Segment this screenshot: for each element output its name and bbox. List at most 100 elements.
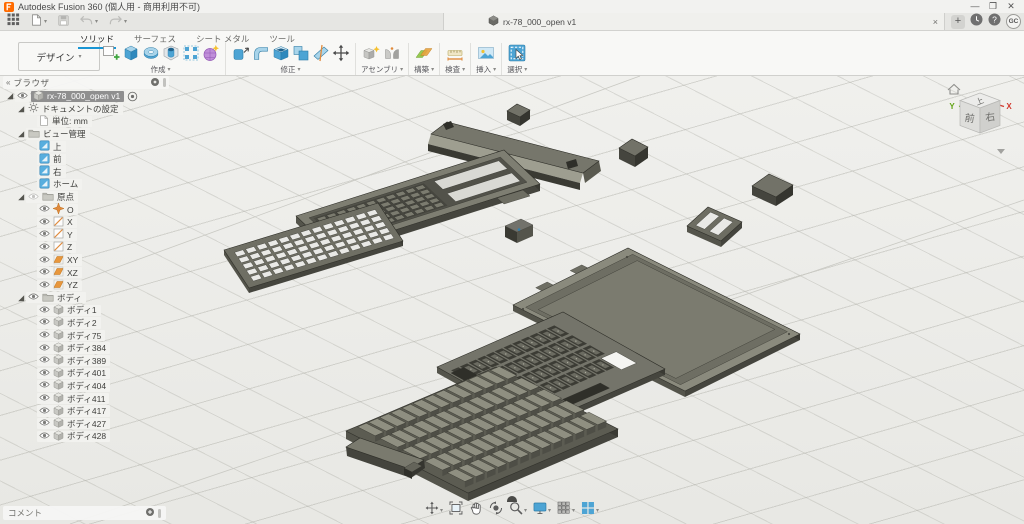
tree-row[interactable]: ボディ427	[3, 417, 169, 430]
visibility-eye-icon[interactable]	[39, 242, 50, 253]
help-icon[interactable]: ?	[988, 13, 1001, 31]
tree-row[interactable]: X	[3, 216, 169, 229]
view-cube[interactable]: Y X 上 前 右	[942, 79, 1018, 165]
tree-item[interactable]: ボディ428	[37, 431, 110, 442]
tree-item[interactable]: ボディ75	[37, 330, 105, 341]
visibility-eye-icon[interactable]	[39, 330, 50, 341]
ribbon-group-label[interactable]: 構築▾	[414, 64, 434, 75]
tree-row[interactable]: 上	[3, 140, 169, 153]
tree-item[interactable]: YZ	[37, 280, 82, 291]
tree-row[interactable]: ビュー管理	[3, 128, 169, 141]
tree-row[interactable]: 原点	[3, 191, 169, 204]
tree-item[interactable]: ホーム	[37, 179, 82, 190]
tree-item[interactable]: ドキュメントの設定	[26, 103, 123, 114]
tree-item[interactable]: X	[37, 217, 77, 228]
expand-arrow-icon[interactable]	[16, 105, 25, 113]
expand-arrow-icon[interactable]	[16, 193, 25, 201]
file-menu-button[interactable]: ▾	[31, 13, 47, 31]
tree-item[interactable]: ボディ411	[37, 393, 109, 404]
tree-row[interactable]: XY	[3, 254, 169, 267]
tree-row[interactable]: rx-78_000_open v1	[3, 90, 169, 103]
tree-item[interactable]: ボディ417	[37, 405, 110, 416]
visibility-eye-icon[interactable]	[39, 418, 50, 429]
comment-add-icon[interactable]	[145, 507, 155, 519]
save-button[interactable]	[58, 13, 69, 31]
tree-item[interactable]: ボディ401	[37, 368, 110, 379]
tree-item[interactable]: ボディ427	[37, 418, 110, 429]
fit-button[interactable]	[449, 501, 463, 520]
tree-item[interactable]: ボディ404	[37, 380, 110, 391]
minimize-button[interactable]: —	[966, 0, 984, 13]
tree-row[interactable]: Y	[3, 229, 169, 242]
visibility-eye-icon[interactable]	[17, 91, 28, 102]
tree-item[interactable]: 原点	[26, 191, 78, 202]
ribbon-group-label[interactable]: 作成▾	[150, 64, 170, 75]
measure-button[interactable]	[446, 44, 465, 63]
tree-row[interactable]: ホーム	[3, 178, 169, 191]
undo-button[interactable]: ▾	[80, 13, 98, 31]
tree-row[interactable]: YZ	[3, 279, 169, 292]
construction-plane-button[interactable]	[415, 44, 434, 63]
tree-row[interactable]: ドキュメントの設定	[3, 103, 169, 116]
split-body-button[interactable]	[311, 44, 330, 63]
visibility-eye-icon[interactable]	[39, 229, 50, 240]
browser-scrollbar[interactable]	[163, 78, 166, 87]
revolve-button[interactable]	[141, 44, 160, 63]
free-orbit-button[interactable]: ▾	[425, 501, 443, 520]
visibility-eye-icon[interactable]	[39, 355, 50, 366]
ribbon-group-label[interactable]: 修正▾	[280, 64, 300, 75]
tree-item[interactable]: Z	[37, 242, 76, 253]
tree-item[interactable]: ビュー管理	[26, 128, 90, 139]
visibility-eye-icon[interactable]	[39, 267, 50, 278]
hole-button[interactable]	[161, 44, 180, 63]
extrude-button[interactable]	[121, 44, 140, 63]
select-tool-button[interactable]	[508, 44, 527, 63]
collapse-icon[interactable]: «	[6, 78, 10, 87]
create-sketch-button[interactable]	[101, 44, 120, 63]
tree-row[interactable]: ボディ75	[3, 329, 169, 342]
maximize-button[interactable]: ❐	[984, 0, 1002, 13]
tree-row[interactable]: ボディ	[3, 292, 169, 305]
tree-item[interactable]: 上	[37, 141, 66, 152]
tree-item-selected[interactable]: rx-78_000_open v1	[31, 91, 124, 102]
tree-row[interactable]: ボディ389	[3, 354, 169, 367]
visibility-eye-icon[interactable]	[39, 204, 50, 215]
document-tab-close-icon[interactable]: ×	[933, 17, 938, 27]
tree-item[interactable]: 右	[37, 166, 66, 177]
tree-row[interactable]: ボディ411	[3, 392, 169, 405]
ribbon-group-label[interactable]: 検査▾	[445, 64, 465, 75]
tree-row[interactable]: XZ	[3, 266, 169, 279]
account-avatar[interactable]: GC	[1006, 14, 1021, 29]
comment-bar[interactable]: コメント	[3, 506, 166, 520]
home-icon[interactable]	[948, 85, 960, 95]
visibility-eye-icon[interactable]	[39, 343, 50, 354]
combine-button[interactable]	[291, 44, 310, 63]
pattern-button[interactable]	[181, 44, 200, 63]
tree-row[interactable]: O	[3, 203, 169, 216]
viewcube-menu-caret-icon[interactable]	[997, 149, 1005, 154]
tree-item[interactable]: O	[37, 204, 78, 215]
visibility-eye-icon[interactable]	[39, 255, 50, 266]
comment-scrollbar[interactable]	[158, 509, 161, 518]
close-button[interactable]: ✕	[1002, 0, 1020, 13]
tree-row[interactable]: 前	[3, 153, 169, 166]
tree-row[interactable]: ボディ2	[3, 317, 169, 330]
zoom-button[interactable]: ▾	[509, 501, 527, 520]
display-settings-button[interactable]: ▾	[533, 501, 551, 520]
activate-radio-icon[interactable]	[126, 90, 139, 103]
tree-item[interactable]: XY	[37, 254, 82, 265]
recent-clock-icon[interactable]	[970, 13, 983, 31]
press-pull-button[interactable]	[231, 44, 250, 63]
visibility-eye-icon[interactable]	[39, 368, 50, 379]
expand-arrow-icon[interactable]	[5, 92, 14, 100]
tree-item[interactable]: ボディ2	[37, 317, 101, 328]
tree-row[interactable]: ボディ404	[3, 380, 169, 393]
tree-row[interactable]: 単位: mm	[3, 115, 169, 128]
tree-row[interactable]: ボディ417	[3, 405, 169, 418]
fillet-button[interactable]	[251, 44, 270, 63]
shell-button[interactable]	[271, 44, 290, 63]
tree-row[interactable]: Z	[3, 241, 169, 254]
browser-settings-icon[interactable]	[150, 77, 160, 89]
tree-row[interactable]: ボディ401	[3, 367, 169, 380]
tree-row[interactable]: ボディ428	[3, 430, 169, 443]
